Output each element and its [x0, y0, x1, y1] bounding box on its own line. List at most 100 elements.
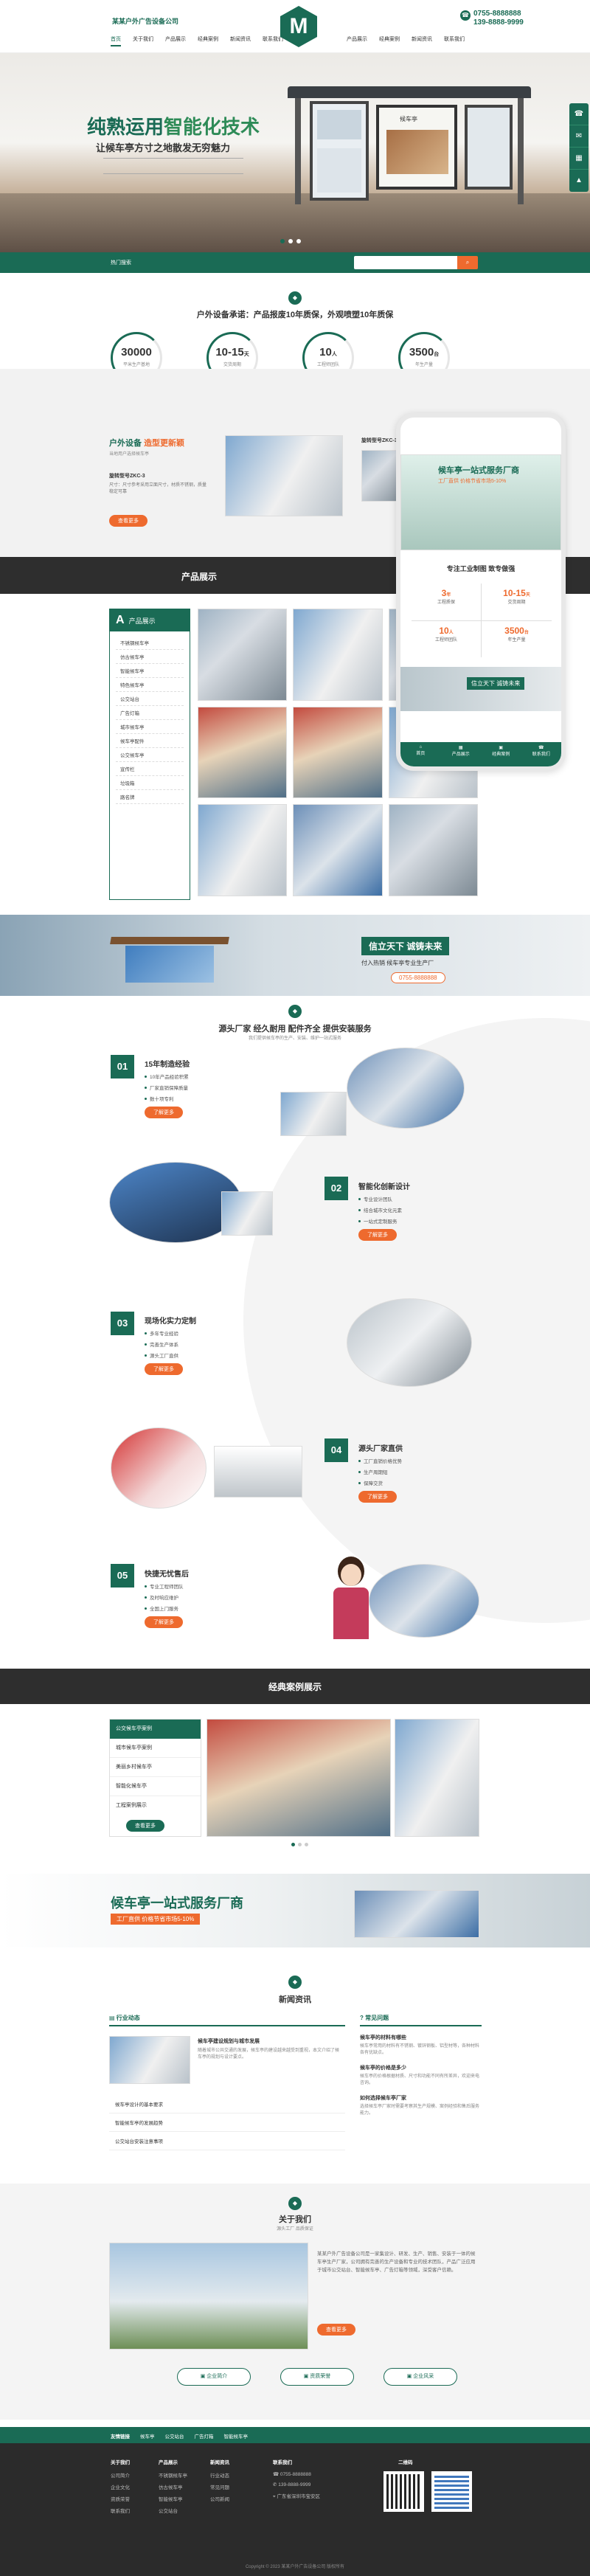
news-list-item[interactable]: 智能候车亭的发展趋势 — [109, 2113, 345, 2132]
category-item[interactable]: 城市候车亭 — [116, 720, 184, 734]
source-more-button[interactable]: 了解更多 — [358, 1229, 397, 1241]
nav-right-contact[interactable]: 联系我们 — [444, 35, 465, 43]
friend-link[interactable]: 公交站台 — [165, 2432, 184, 2440]
bus-shelter-image: 候车亭 — [288, 86, 531, 204]
about-link[interactable]: ▣ 资质荣誉 — [280, 2368, 354, 2386]
case-tab[interactable]: 公交候车亭案例 — [110, 1720, 201, 1739]
category-item[interactable]: 不锈钢候车亭 — [116, 636, 184, 650]
footer-link[interactable]: 智能候车亭 — [159, 2495, 187, 2502]
stat-label: 年生产量 — [414, 363, 433, 367]
case-tab[interactable]: 美丽乡村候车亭 — [110, 1758, 201, 1777]
category-item[interactable]: 候车亭配件 — [116, 734, 184, 748]
nav-right-news[interactable]: 新闻资讯 — [412, 35, 432, 43]
case-dot[interactable] — [305, 1843, 308, 1846]
float-top-icon[interactable]: ▲ — [569, 170, 589, 192]
friend-link[interactable]: 广告灯箱 — [195, 2432, 214, 2440]
category-item[interactable]: 仿古候车亭 — [116, 650, 184, 664]
footer-link[interactable]: 公司简介 — [111, 2471, 130, 2479]
nav-right-cases[interactable]: 经典案例 — [379, 35, 400, 43]
faq-item[interactable]: 如何选择候车亭厂家 选择候车亭厂家时需要考察其生产规模、案例经验和售后服务能力。 — [360, 2094, 482, 2117]
phone-nav-contact[interactable]: ☎ 联系我们 — [521, 742, 562, 766]
category-item[interactable]: 宣传栏 — [116, 762, 184, 776]
phone-nav-home[interactable]: ⌂ 首页 — [400, 742, 441, 766]
source-more-button[interactable]: 了解更多 — [145, 1363, 183, 1375]
about-link[interactable]: ▣ 企业风采 — [384, 2368, 457, 2386]
nav-contact[interactable]: 联系我们 — [263, 35, 283, 46]
product-card[interactable] — [198, 706, 288, 799]
source-sub: 我们提供候车亭的生产、安装、维护一站式服务 — [248, 1036, 341, 1041]
source-icon: ◆ — [288, 1005, 302, 1018]
source-section: ◆ 源头厂家 经久耐用 配件齐全 提供安装服务 我们提供候车亭的生产、安装、维护… — [0, 996, 590, 1667]
featured-more-button[interactable]: 查看更多 — [109, 515, 148, 527]
news-feature-title[interactable]: 候车亭建设规划与城市发展 — [198, 2037, 260, 2045]
footer-link[interactable]: 联系我们 — [111, 2507, 130, 2514]
category-item[interactable]: 公交候车亭 — [116, 748, 184, 762]
footer-link[interactable]: 公司新闻 — [210, 2495, 229, 2502]
hero-dot[interactable] — [288, 239, 293, 243]
source-more-button[interactable]: 了解更多 — [145, 1107, 183, 1118]
source-bullet: 全国上门服务 — [145, 1604, 184, 1612]
cases-more-button[interactable]: 查看更多 — [126, 1820, 164, 1832]
category-item[interactable]: 广告灯箱 — [116, 706, 184, 720]
friend-link[interactable]: 候车亭 — [140, 2432, 155, 2440]
source-image — [214, 1446, 302, 1498]
hero-dot[interactable] — [296, 239, 301, 243]
float-phone-icon[interactable]: ☎ — [569, 103, 589, 125]
nav-home[interactable]: 首页 — [111, 35, 121, 46]
case-tab[interactable]: 智能化候车亭 — [110, 1777, 201, 1796]
about-link[interactable]: ▣ 企业简介 — [177, 2368, 251, 2386]
product-card[interactable] — [293, 609, 383, 701]
footer-link[interactable]: 行业动态 — [210, 2471, 229, 2479]
case-tab[interactable]: 工程案例展示 — [110, 1796, 201, 1815]
category-item[interactable]: 特色候车亭 — [116, 678, 184, 692]
site-brand: 某某户外广告设备公司 — [112, 18, 179, 25]
phone-nav-cases[interactable]: ▣ 经典案例 — [481, 742, 521, 766]
product-card[interactable] — [198, 804, 288, 896]
case-tab[interactable]: 城市候车亭案例 — [110, 1739, 201, 1758]
category-item[interactable]: 路名牌 — [116, 790, 184, 804]
about-more-button[interactable]: 查看更多 — [317, 2324, 355, 2336]
product-card[interactable] — [198, 609, 288, 701]
product-card[interactable] — [388, 804, 478, 896]
float-qrcode-icon[interactable]: ▦ — [569, 148, 589, 170]
site-logo[interactable]: M — [280, 6, 317, 47]
category-item[interactable]: 公交站台 — [116, 692, 184, 706]
friend-link[interactable]: 智能候车亭 — [224, 2432, 249, 2440]
footer-link[interactable]: 不锈钢候车亭 — [159, 2471, 187, 2479]
phone-stat-label: 交货周期 — [507, 600, 526, 605]
footer-col-title: 关于我们 — [111, 2460, 130, 2465]
news-list-item[interactable]: 候车亭设计的基本要求 — [109, 2095, 345, 2113]
footer-link[interactable]: 仿古候车亭 — [159, 2483, 187, 2490]
hero-dot[interactable] — [280, 239, 285, 243]
news-feature-image — [109, 2036, 190, 2084]
float-chat-icon[interactable]: ✉ — [569, 125, 589, 148]
product-card[interactable] — [293, 706, 383, 799]
source-more-button[interactable]: 了解更多 — [358, 1491, 397, 1503]
footer-link[interactable]: 常见问题 — [210, 2483, 229, 2490]
faq-item[interactable]: 候车亭的价格是多少 候车亭的价格根据材质、尺寸和功能不同有所差异，欢迎来电咨询。 — [360, 2064, 482, 2087]
phone-nav-products[interactable]: ▦ 产品展示 — [441, 742, 482, 766]
nav-right-products[interactable]: 产品展示 — [347, 35, 367, 43]
featured-desc: 当地用户选择候车亭 — [109, 452, 150, 457]
case-dot[interactable] — [291, 1843, 295, 1846]
source-more-button[interactable]: 了解更多 — [145, 1616, 183, 1628]
faq-item[interactable]: 候车亭的材料有哪些 候车亭常用的材料有不锈钢、镀锌钢板、铝型材等，各种材料各有优… — [360, 2034, 482, 2057]
source-bullet: 多年专业经验 — [145, 1329, 178, 1337]
nav-products[interactable]: 产品展示 — [165, 35, 186, 46]
nav-cases[interactable]: 经典案例 — [198, 35, 218, 46]
nav-about[interactable]: 关于我们 — [133, 35, 153, 46]
footer-link[interactable]: 企业文化 — [111, 2483, 130, 2490]
nav-news[interactable]: 新闻资讯 — [230, 35, 251, 46]
products-title: 产品展示 — [181, 572, 217, 582]
source-item-title: 源头厂家直供 — [358, 1445, 403, 1453]
category-item[interactable]: 智能候车亭 — [116, 664, 184, 678]
source-bullet: 厂家直销保障质量 — [145, 1084, 189, 1091]
news-list-item[interactable]: 公交站台安装注意事项 — [109, 2132, 345, 2150]
search-input[interactable] — [354, 256, 457, 269]
footer-link[interactable]: 公交站台 — [159, 2507, 187, 2514]
search-button[interactable]: ⌕ — [457, 256, 478, 269]
footer-link[interactable]: 资质荣誉 — [111, 2495, 130, 2502]
category-item[interactable]: 垃圾箱 — [116, 776, 184, 790]
case-dot[interactable] — [298, 1843, 302, 1846]
product-card[interactable] — [293, 804, 383, 896]
